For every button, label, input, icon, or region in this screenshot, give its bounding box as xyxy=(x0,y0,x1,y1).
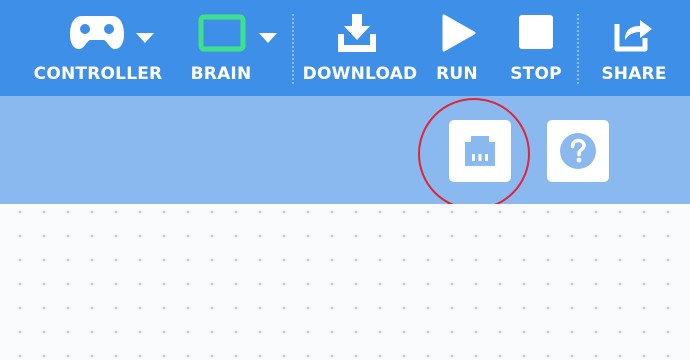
help-button[interactable] xyxy=(547,120,609,182)
download-button[interactable]: DOWNLOAD xyxy=(302,0,418,96)
stop-icon xyxy=(519,15,553,53)
play-icon xyxy=(442,14,476,56)
download-icon xyxy=(338,14,376,56)
highlight-circle xyxy=(418,98,530,210)
secondary-bar xyxy=(0,96,690,204)
controller-dropdown-chevron-icon[interactable] xyxy=(136,28,154,47)
brain-button[interactable]: BRAIN xyxy=(180,0,290,96)
run-label: RUN xyxy=(436,64,478,84)
stop-button[interactable]: STOP xyxy=(503,0,569,96)
run-button[interactable]: RUN xyxy=(428,0,488,96)
toolbar-separator xyxy=(577,14,579,84)
code-workspace[interactable] xyxy=(0,204,690,360)
top-toolbar: CONTROLLER BRAIN DOWNLOAD RUN STOP SHARE xyxy=(0,0,690,96)
brain-device-icon xyxy=(198,14,246,56)
share-icon xyxy=(614,14,654,56)
gamepad-icon xyxy=(70,14,124,54)
share-label: SHARE xyxy=(601,64,667,84)
help-icon xyxy=(560,133,596,173)
brain-label: BRAIN xyxy=(190,64,252,84)
controller-button[interactable]: CONTROLLER xyxy=(0,0,163,96)
toolbar-separator xyxy=(292,14,294,84)
download-label: DOWNLOAD xyxy=(302,64,418,84)
stop-label: STOP xyxy=(510,64,562,84)
share-button[interactable]: SHARE xyxy=(595,0,675,96)
brain-dropdown-chevron-icon[interactable] xyxy=(259,28,277,47)
controller-label: CONTROLLER xyxy=(33,64,163,84)
